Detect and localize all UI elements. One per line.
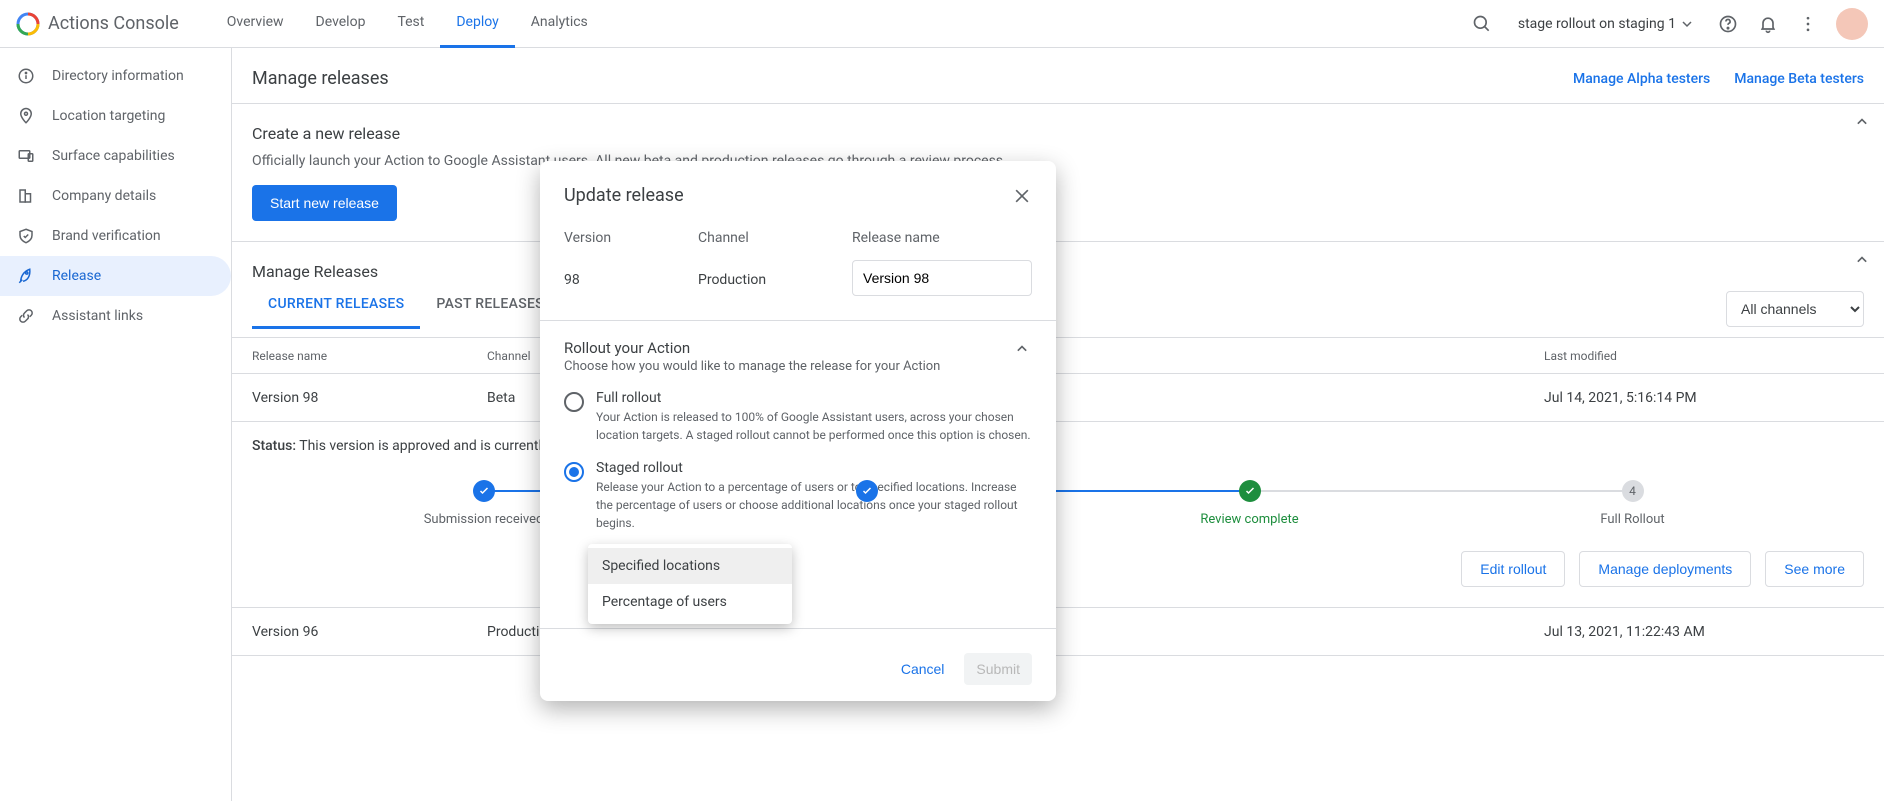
location-icon <box>16 106 36 126</box>
start-release-button[interactable]: Start new release <box>252 185 397 221</box>
business-icon <box>16 186 36 206</box>
col-release-name: Release name <box>252 349 487 363</box>
sidebar-item-company[interactable]: Company details <box>0 176 231 216</box>
sidebar-item-links[interactable]: Assistant links <box>0 296 231 336</box>
sidebar-item-label: Surface capabilities <box>52 148 175 164</box>
collapse-icon[interactable] <box>1852 112 1876 136</box>
sidebar-item-label: Release <box>52 268 101 284</box>
sidebar-item-location[interactable]: Location targeting <box>0 96 231 136</box>
sidebar-item-label: Assistant links <box>52 308 143 324</box>
manage-releases-title: Manage Releases <box>252 262 1864 281</box>
link-icon <box>16 306 36 326</box>
nav-deploy[interactable]: Deploy <box>440 0 514 48</box>
nav-overview[interactable]: Overview <box>211 0 300 48</box>
sidebar-item-label: Directory information <box>52 68 184 84</box>
cell-release-name: Version 98 <box>252 390 487 406</box>
create-release-desc: Officially launch your Action to Google … <box>252 153 1864 169</box>
sidebar-item-release[interactable]: Release <box>0 256 231 296</box>
radio-icon <box>564 462 584 482</box>
see-more-button[interactable]: See more <box>1765 551 1864 587</box>
release-name-input[interactable] <box>852 260 1032 296</box>
avatar[interactable] <box>1836 8 1868 40</box>
chevron-up-icon[interactable] <box>1012 339 1032 359</box>
sidebar-item-surface[interactable]: Surface capabilities <box>0 136 231 176</box>
nav-test[interactable]: Test <box>381 0 440 48</box>
more-icon[interactable] <box>1796 12 1820 36</box>
nav-develop[interactable]: Develop <box>300 0 382 48</box>
step-future-icon: 4 <box>1622 480 1644 502</box>
table-row[interactable]: Version 98 Beta Jul 14, 2021, 5:16:14 PM <box>232 374 1884 422</box>
sidebar-item-label: Brand verification <box>52 228 161 244</box>
create-release-title: Create a new release <box>252 124 1864 143</box>
cell-modified: Jul 13, 2021, 11:22:43 AM <box>1544 624 1864 640</box>
col-last-modified: Last modified <box>1544 349 1864 363</box>
sidebar-item-brand[interactable]: Brand verification <box>0 216 231 256</box>
dropdown-item-locations[interactable]: Specified locations <box>588 548 792 584</box>
rollout-target-dropdown: Specified locations Percentage of users <box>588 544 792 624</box>
manage-beta-link[interactable]: Manage Beta testers <box>1734 71 1864 87</box>
project-name: stage rollout on staging 1 <box>1518 16 1676 32</box>
rollout-title: Rollout your Action <box>564 339 1012 357</box>
radio-full-rollout[interactable]: Full rollout Your Action is released to … <box>564 390 1032 444</box>
page-title: Manage releases <box>252 68 389 89</box>
rollout-sub: Choose how you would like to manage the … <box>564 359 1012 374</box>
sidebar-item-directory[interactable]: Directory information <box>0 56 231 96</box>
dropdown-item-percentage[interactable]: Percentage of users <box>588 584 792 620</box>
manage-deployments-button[interactable]: Manage deployments <box>1579 551 1751 587</box>
nav-analytics[interactable]: Analytics <box>515 0 604 48</box>
version-label: Version <box>564 230 674 246</box>
status-label: Status: <box>252 438 296 454</box>
dialog-title: Update release <box>564 185 684 206</box>
version-value: 98 <box>564 272 674 288</box>
sidebar-item-label: Location targeting <box>52 108 165 124</box>
notifications-icon[interactable] <box>1756 12 1780 36</box>
cell-release-name: Version 96 <box>252 624 487 640</box>
devices-icon <box>16 146 36 166</box>
step-label: Submission received <box>424 512 544 527</box>
cell-modified: Jul 14, 2021, 5:16:14 PM <box>1544 390 1864 406</box>
step-label: Review complete <box>1200 512 1298 527</box>
radio-icon <box>564 392 584 412</box>
edit-rollout-button[interactable]: Edit rollout <box>1461 551 1565 587</box>
radio-desc: Release your Action to a percentage of u… <box>596 478 1032 532</box>
step-label: Full Rollout <box>1600 512 1664 527</box>
channel-label: Channel <box>698 230 828 246</box>
channel-filter-select[interactable]: All channels <box>1726 291 1864 327</box>
manage-alpha-link[interactable]: Manage Alpha testers <box>1573 71 1710 87</box>
shield-icon <box>16 226 36 246</box>
step-done-icon <box>473 480 495 502</box>
brand-title: Actions Console <box>48 13 179 34</box>
close-icon[interactable] <box>1012 186 1032 206</box>
radio-label: Staged rollout <box>596 460 1032 476</box>
info-icon <box>16 66 36 86</box>
google-logo <box>16 12 40 36</box>
cancel-button[interactable]: Cancel <box>889 653 957 685</box>
update-release-dialog: Update release Version 98 Channel Produc… <box>540 161 1056 701</box>
rocket-icon <box>16 266 36 286</box>
step-active-icon <box>1239 480 1261 502</box>
project-picker[interactable]: stage rollout on staging 1 <box>1510 16 1700 32</box>
tab-current-releases[interactable]: CURRENT RELEASES <box>252 281 420 329</box>
radio-desc: Your Action is released to 100% of Googl… <box>596 408 1032 444</box>
help-icon[interactable] <box>1716 12 1740 36</box>
table-row[interactable]: Version 96 Production Jul 13, 2021, 11:2… <box>232 608 1884 656</box>
sidebar-item-label: Company details <box>52 188 156 204</box>
radio-label: Full rollout <box>596 390 1032 406</box>
collapse-icon[interactable] <box>1852 250 1876 274</box>
step-done-icon <box>856 480 878 502</box>
submit-button[interactable]: Submit <box>964 653 1032 685</box>
channel-value: Production <box>698 272 828 288</box>
search-icon[interactable] <box>1470 12 1494 36</box>
radio-staged-rollout[interactable]: Staged rollout Release your Action to a … <box>564 460 1032 532</box>
release-name-label: Release name <box>852 230 1032 246</box>
